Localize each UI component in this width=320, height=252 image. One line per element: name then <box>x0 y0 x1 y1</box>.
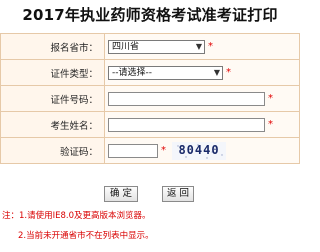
id-type-cell: --请选择-- ▼ * <box>104 59 300 86</box>
name-input[interactable] <box>108 117 265 132</box>
dropdown-arrow-icon: ▼ <box>195 41 202 51</box>
id-number-cell: * <box>104 85 300 112</box>
page-title: 2017年执业药师资格考试准考证打印 <box>22 6 278 24</box>
dropdown-arrow-icon: ▼ <box>213 67 220 77</box>
captcha-image[interactable]: 80440 <box>172 141 226 160</box>
required-mark: * <box>268 93 273 104</box>
captcha-text: 80440 <box>178 142 220 157</box>
province-select[interactable]: 四川省 ▼ <box>108 39 205 54</box>
captcha-input[interactable] <box>108 143 158 158</box>
province-label: 报名省市： <box>0 33 105 60</box>
name-label: 考生姓名： <box>0 111 105 138</box>
required-mark: * <box>161 145 166 156</box>
name-row: 考生姓名： * <box>0 111 300 138</box>
required-mark: * <box>226 67 231 78</box>
required-mark: * <box>268 119 273 130</box>
captcha-row: 验证码： * 80440 <box>0 137 300 164</box>
note-line-2: 2.当前未开通省市不在列表中显示。 <box>18 231 154 241</box>
province-row: 报名省市： 四川省 ▼ * <box>0 33 300 60</box>
id-number-label: 证件号码： <box>0 85 105 112</box>
admission-ticket-form: 报名省市： 四川省 ▼ * 证件类型： --请选择-- ▼ * 证件号码： * … <box>0 33 300 164</box>
required-mark: * <box>208 41 213 52</box>
notes: 注：1.请使用IE8.0及更高版本浏览器。 2.当前未开通省市不在列表中显示。 <box>2 208 298 248</box>
id-type-select[interactable]: --请选择-- ▼ <box>108 65 223 80</box>
province-cell: 四川省 ▼ * <box>104 33 300 60</box>
note-line-1: 注：1.请使用IE8.0及更高版本浏览器。 <box>2 211 151 221</box>
id-type-row: 证件类型： --请选择-- ▼ * <box>0 59 300 86</box>
id-number-input[interactable] <box>108 91 265 106</box>
captcha-label: 验证码： <box>0 137 105 164</box>
name-cell: * <box>104 111 300 138</box>
id-number-row: 证件号码： * <box>0 85 300 112</box>
id-type-label: 证件类型： <box>0 59 105 86</box>
captcha-cell: * 80440 <box>104 137 300 164</box>
id-type-select-value: --请选择-- <box>112 67 152 78</box>
province-select-value: 四川省 <box>112 41 140 52</box>
back-button[interactable]: 返 回 <box>162 186 194 202</box>
confirm-button[interactable]: 确 定 <box>104 186 138 202</box>
